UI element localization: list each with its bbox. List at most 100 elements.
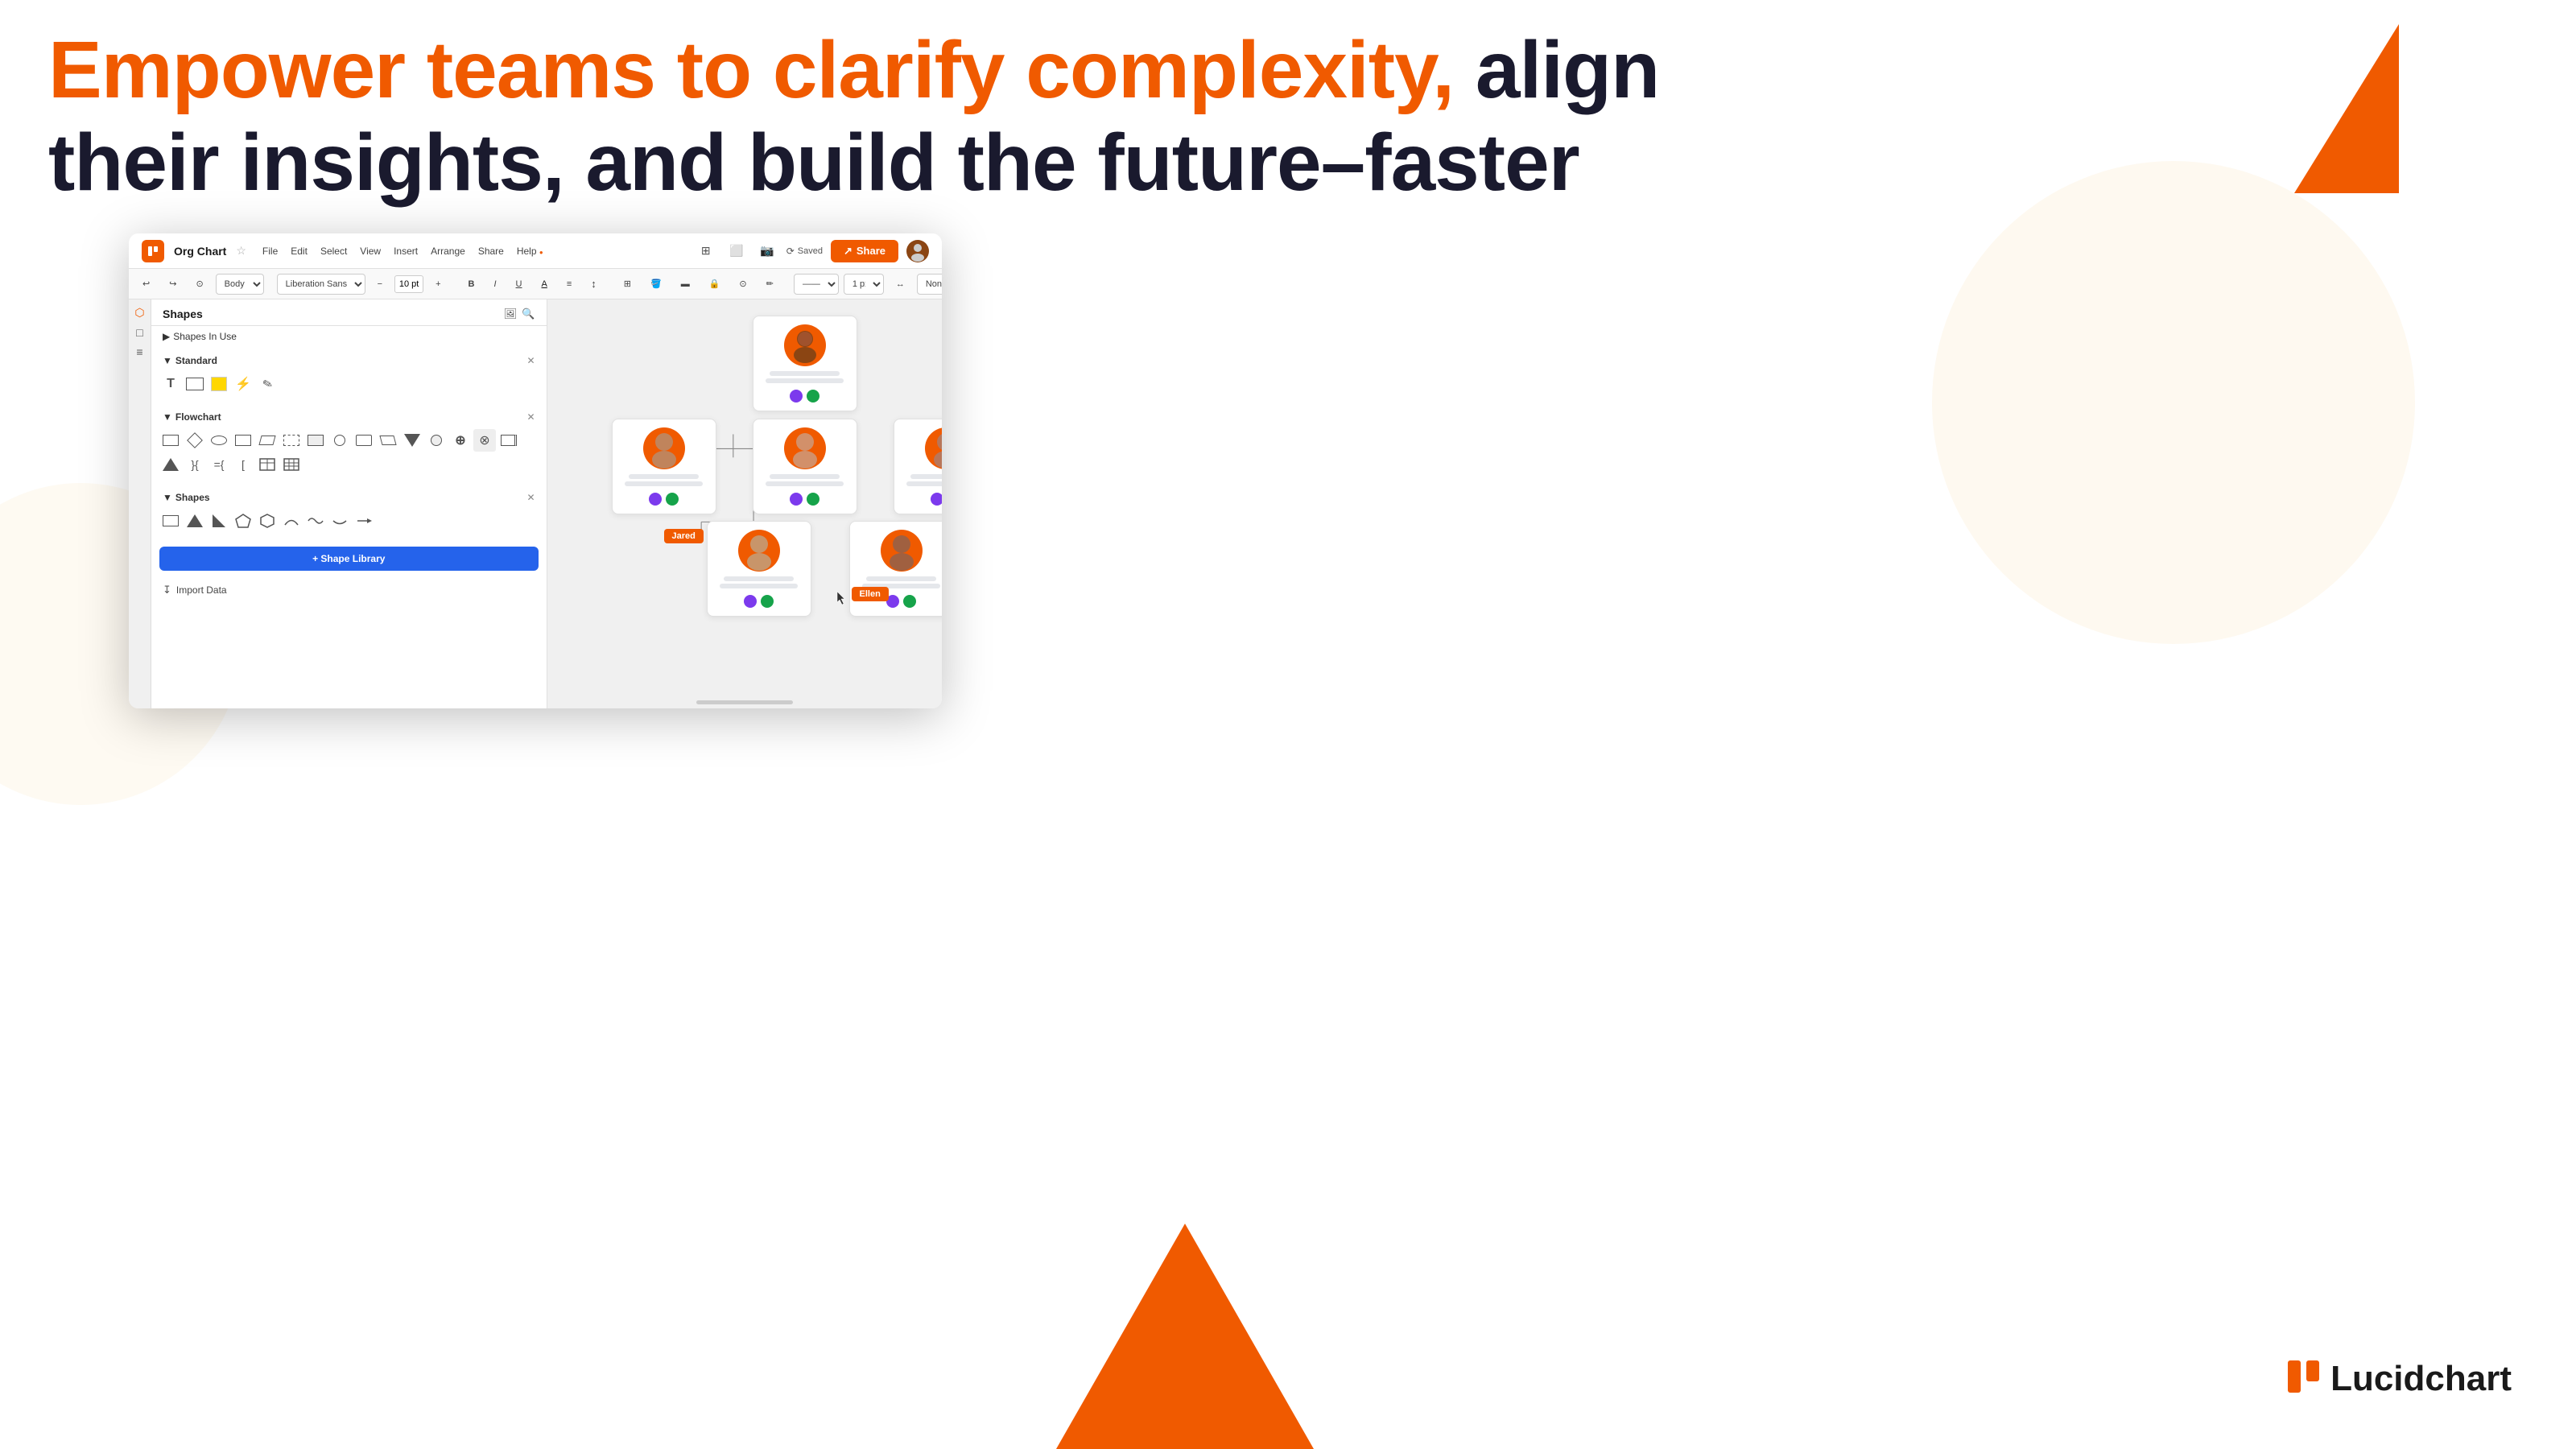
fc-rect[interactable]	[159, 429, 182, 452]
standard-section-header[interactable]: ▼ Standard ✕	[151, 352, 547, 369]
fc-rect6[interactable]	[497, 429, 520, 452]
s-wave[interactable]	[304, 510, 327, 532]
mgr2-node[interactable]	[753, 419, 857, 514]
fc-rect3[interactable]	[280, 429, 303, 452]
italic-btn[interactable]: I	[486, 274, 503, 295]
fill-btn[interactable]: 🪣	[643, 274, 669, 295]
share-button[interactable]: ↗ Share	[831, 240, 898, 262]
fc-bracket[interactable]: [	[232, 453, 254, 476]
redo-btn[interactable]: ↪	[162, 274, 184, 295]
fc-rect4[interactable]	[304, 429, 327, 452]
star-icon[interactable]: ☆	[236, 244, 246, 258]
shape-pencil[interactable]: ✏	[256, 373, 279, 395]
underline-btn[interactable]: U	[509, 274, 530, 295]
s-pentagon[interactable]	[232, 510, 254, 532]
lock-btn[interactable]: 🔒	[702, 274, 728, 295]
s-hexagon[interactable]	[256, 510, 279, 532]
s-triangle[interactable]	[184, 510, 206, 532]
user-avatar[interactable]	[906, 240, 929, 262]
fc-brace[interactable]: }{	[184, 453, 206, 476]
canvas-area[interactable]: Jared Ellen	[547, 299, 943, 708]
font-size-input[interactable]	[394, 275, 423, 293]
sidebar-icon-pages[interactable]: □	[136, 326, 142, 339]
menu-view[interactable]: View	[360, 246, 381, 257]
shapes-search-icon[interactable]: 🔍	[522, 308, 535, 320]
flowchart-section-header[interactable]: ▼ Flowchart ✕	[151, 408, 547, 426]
fc-oval[interactable]	[208, 429, 230, 452]
shapes-image-icon[interactable]: 🖼	[504, 308, 518, 320]
fc-para2[interactable]	[377, 429, 399, 452]
font-color-btn[interactable]: A	[535, 274, 555, 295]
brand-logo-icon	[2284, 1356, 2324, 1401]
font-select[interactable]: Liberation Sans	[277, 274, 365, 295]
menu-insert[interactable]: Insert	[394, 246, 418, 257]
menu-edit[interactable]: Edit	[291, 246, 308, 257]
menu-select[interactable]: Select	[320, 246, 347, 257]
highlight-btn[interactable]: ▬	[674, 274, 697, 295]
fc-table2[interactable]	[280, 453, 303, 476]
fc-circle[interactable]	[328, 429, 351, 452]
fc-diamond[interactable]	[184, 429, 206, 452]
share-icon: ↗	[844, 245, 852, 258]
fc-parallelogram[interactable]	[256, 429, 279, 452]
menu-arrange[interactable]: Arrange	[431, 246, 465, 257]
layers-btn[interactable]: ⊙	[732, 274, 753, 295]
fc-triangle2[interactable]	[159, 453, 182, 476]
emp2-node[interactable]	[849, 521, 943, 617]
font-decrease-btn[interactable]: −	[370, 274, 390, 295]
s-right-triangle[interactable]	[208, 510, 230, 532]
fc-rect2[interactable]	[232, 429, 254, 452]
menu-share[interactable]: Share	[478, 246, 504, 257]
font-increase-btn[interactable]: +	[428, 274, 448, 295]
line-weight-select[interactable]: 1 px	[844, 274, 884, 295]
fc-triangle[interactable]	[401, 429, 423, 452]
fc-x-circle[interactable]: ⊗	[473, 429, 496, 452]
import-data-row[interactable]: ↧ Import Data	[151, 577, 547, 603]
sidebar-icon-shapes[interactable]: ⬡	[134, 306, 144, 320]
ceo-node[interactable]	[753, 316, 857, 411]
standard-close-icon[interactable]: ✕	[526, 355, 535, 366]
s-rect[interactable]	[159, 510, 182, 532]
shape-note[interactable]	[208, 373, 230, 395]
fc-equals[interactable]: ={	[208, 453, 230, 476]
fc-table[interactable]	[256, 453, 279, 476]
fc-rect5[interactable]	[353, 429, 375, 452]
s-arc[interactable]	[280, 510, 303, 532]
emp1-node[interactable]	[707, 521, 811, 617]
format-btn[interactable]: ⊙	[188, 274, 210, 295]
menu-file[interactable]: File	[262, 246, 278, 257]
menu-help[interactable]: Help ●	[517, 246, 543, 257]
mgr3-node[interactable]	[894, 419, 943, 514]
shapes-close-icon[interactable]: ✕	[526, 492, 535, 503]
undo-btn[interactable]: ↩	[135, 274, 157, 295]
mgr1-badges	[621, 493, 708, 506]
shape-rect[interactable]	[184, 373, 206, 395]
fc-circle2[interactable]	[425, 429, 448, 452]
line-select[interactable]: ——	[794, 274, 839, 295]
monitor-icon[interactable]: ⬜	[725, 240, 748, 262]
shapes-section-header[interactable]: ▼ Shapes ✕	[151, 489, 547, 506]
mgr1-node[interactable]	[612, 419, 716, 514]
s-arc2[interactable]	[328, 510, 351, 532]
sidebar-icon-data[interactable]: ≡	[136, 345, 142, 358]
style-select[interactable]: Body	[216, 274, 264, 295]
ceo-avatar	[784, 324, 826, 366]
align-left-btn[interactable]: ≡	[559, 274, 579, 295]
shape-library-button[interactable]: + Shape Library	[159, 547, 539, 571]
bold-btn[interactable]: B	[461, 274, 482, 295]
mgr2-line1	[770, 474, 839, 479]
align-center-btn[interactable]: ↕	[584, 274, 604, 295]
fc-plus[interactable]: ⊕	[449, 429, 472, 452]
shape-lightning[interactable]: ⚡	[232, 373, 254, 395]
grid-btn[interactable]: ⊞	[617, 274, 638, 295]
canvas-scrollbar[interactable]	[696, 700, 793, 704]
shape-text[interactable]: T	[159, 373, 182, 395]
pen-btn[interactable]: ✏	[759, 274, 781, 295]
s-arrow[interactable]	[353, 510, 375, 532]
flowchart-close-icon[interactable]: ✕	[526, 411, 535, 423]
arrow-select[interactable]: None	[917, 274, 942, 295]
shapes-in-use-row[interactable]: ▶ Shapes In Use	[151, 326, 547, 347]
camera-icon[interactable]: 📷	[756, 240, 778, 262]
line-end-btn[interactable]: ↔	[889, 274, 912, 295]
grid-icon[interactable]: ⊞	[695, 240, 717, 262]
